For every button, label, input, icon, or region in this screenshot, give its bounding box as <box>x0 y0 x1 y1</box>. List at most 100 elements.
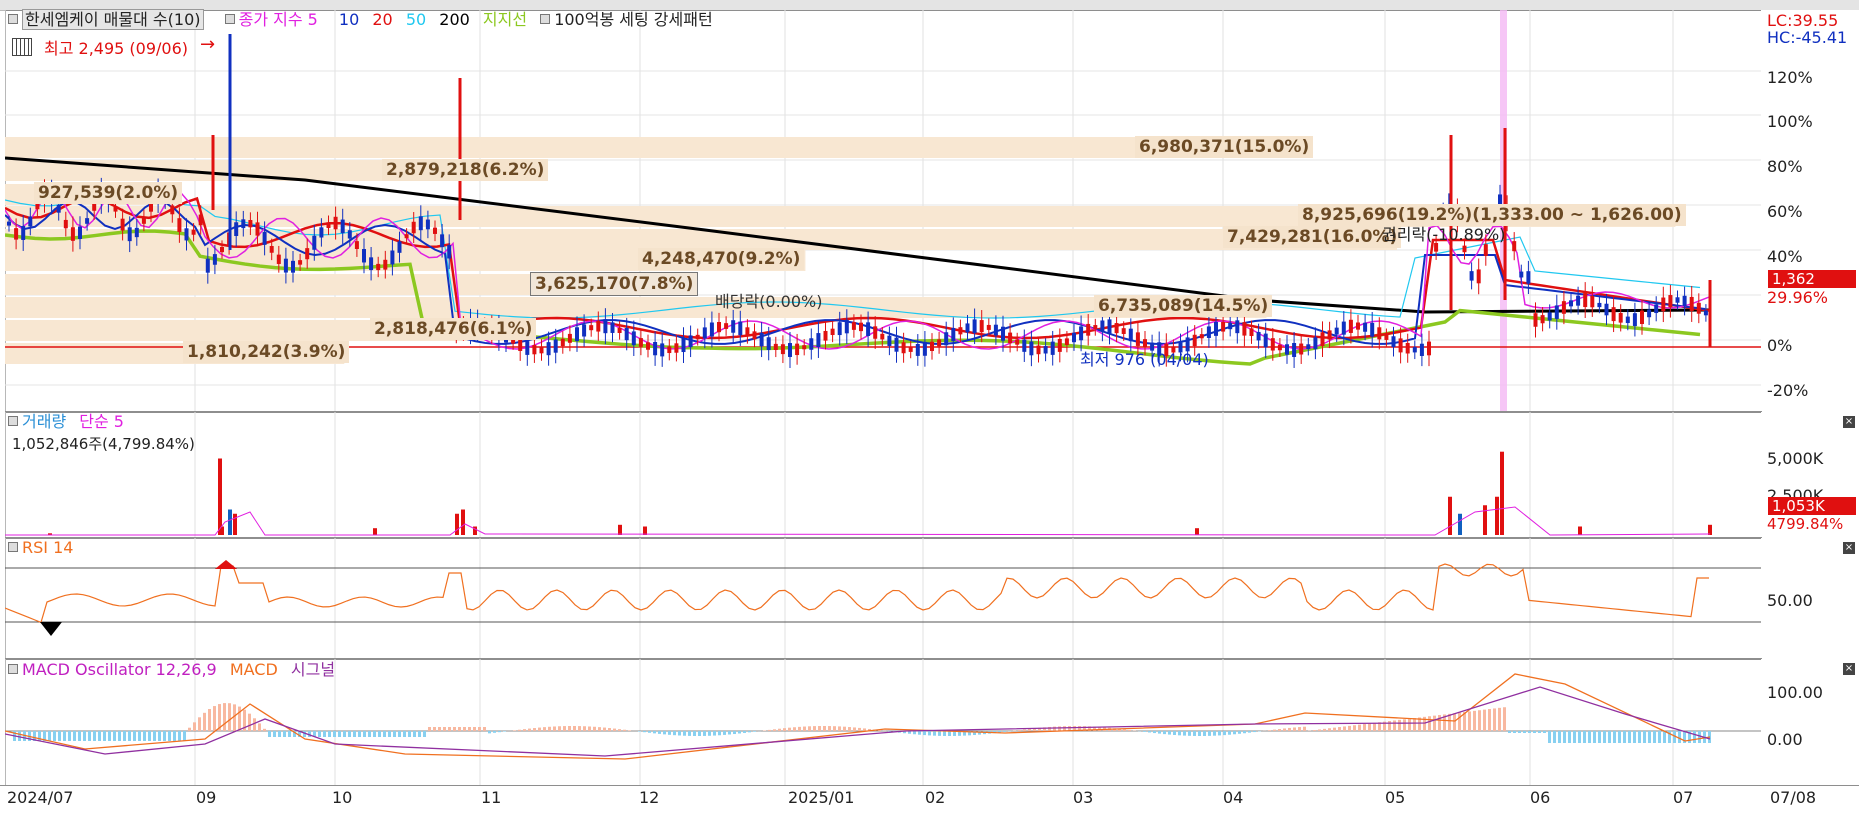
close-rsi-pane-icon[interactable]: × <box>1843 542 1855 554</box>
candle-body <box>603 319 607 333</box>
macd-histogram-bar <box>653 731 656 733</box>
macd-histogram-bar <box>1693 731 1696 743</box>
macd-histogram-bar <box>1533 731 1536 733</box>
macd-histogram-bar <box>343 731 346 737</box>
macd-histogram-bar <box>528 729 531 731</box>
volume-label[interactable]: 거래량 <box>22 412 66 431</box>
macd-histogram-bar <box>1023 729 1026 731</box>
macd-histogram-bar <box>223 703 226 731</box>
candle-body <box>696 335 700 339</box>
candle-body <box>966 323 970 332</box>
macd-histogram-bar <box>1163 731 1166 734</box>
candle-body <box>1377 327 1381 339</box>
macd-y-axis[interactable] <box>1761 659 1859 785</box>
x-tick: 02 <box>925 788 945 807</box>
candle-body <box>1626 317 1630 323</box>
macd-histogram-bar <box>113 731 116 741</box>
candle-body <box>1633 313 1637 326</box>
macd-histogram-bar <box>763 730 766 731</box>
signal-label[interactable]: 시그널 <box>291 660 335 679</box>
macd-histogram-bar <box>323 731 326 737</box>
macd-histogram-bar <box>1623 731 1626 743</box>
macd-histogram-bar <box>518 730 521 731</box>
candle-body <box>760 333 764 346</box>
vp-label: 3,625,170(7.8%) <box>530 272 698 296</box>
macd-histogram-bar <box>803 727 806 731</box>
candle-body <box>973 319 977 333</box>
macd-histogram-bar <box>1408 719 1411 731</box>
candle-body <box>895 338 899 352</box>
macd-histogram-bar <box>573 726 576 731</box>
macd-histogram-bar <box>1523 731 1526 733</box>
close-volume-pane-icon[interactable]: × <box>1843 416 1855 428</box>
macd-histogram-bar <box>1653 731 1656 743</box>
legend-ma[interactable]: 종가 지수 5 <box>225 10 326 29</box>
candle-body <box>753 331 757 339</box>
macd-histogram-bar <box>1588 731 1591 743</box>
candle-body <box>1328 330 1332 339</box>
macd-histogram-bar <box>1368 723 1371 731</box>
macd-label[interactable]: MACD <box>230 660 278 679</box>
candle-body <box>1477 269 1481 283</box>
candle-body <box>646 342 650 349</box>
macd-histogram-bar <box>568 726 571 731</box>
macd-histogram-bar <box>368 731 371 737</box>
macd-histogram-bar <box>1388 721 1391 731</box>
candle-body <box>1193 335 1197 346</box>
macd-histogram-bar <box>828 726 831 731</box>
candle-body <box>1697 303 1701 314</box>
macd-histogram-bar <box>283 731 286 737</box>
candle-body <box>1484 244 1488 256</box>
candle-body <box>170 205 174 214</box>
candle-body <box>547 342 551 355</box>
macd-histogram-bar <box>123 731 126 741</box>
legend-pattern[interactable]: 100억봉 세팅 강세패턴 <box>540 10 720 29</box>
macd-histogram-bar <box>438 727 441 731</box>
macd-histogram-bar <box>1273 730 1276 731</box>
x-tick: 10 <box>332 788 352 807</box>
legend-stock[interactable]: 한세엠케이 매물대 수(10) <box>8 10 212 29</box>
x-tick: 11 <box>481 788 501 807</box>
volume-chart[interactable] <box>5 412 1761 537</box>
rsi-overbought-marker <box>215 560 237 569</box>
candle-body <box>419 216 423 230</box>
macd-histogram-bar <box>1578 731 1581 743</box>
macd-histogram-bar <box>818 726 821 731</box>
candle-body <box>795 344 799 355</box>
macd-histogram-bar <box>428 727 431 731</box>
macd-histogram-bar <box>768 730 771 731</box>
macd-histogram-bar <box>198 717 201 731</box>
candle-body <box>532 345 536 354</box>
x-axis[interactable]: 2024/07 09 10 11 12 2025/01 02 03 04 05 … <box>0 785 1859 813</box>
macd-histogram-bar <box>268 731 271 737</box>
candle-body <box>1058 339 1062 352</box>
rsi-chart[interactable] <box>5 538 1761 658</box>
macd-histogram-bar <box>943 731 946 736</box>
macd-histogram-bar <box>1148 731 1151 732</box>
candle-body <box>625 328 629 340</box>
x-tick: 07/08 <box>1770 788 1816 807</box>
macd-histogram-bar <box>723 731 726 735</box>
macd-histogram-bar <box>1298 727 1301 731</box>
macd-histogram-bar <box>98 731 101 741</box>
macd-histogram-bar <box>1213 731 1216 736</box>
vp-label: 6,735,089(14.5%) <box>1094 295 1272 317</box>
x-tick: 04 <box>1223 788 1243 807</box>
macd-osc-label[interactable]: MACD Oscillator 12,26,9 <box>22 660 217 679</box>
legend-support: 지지선 <box>483 10 527 29</box>
macd-histogram-bar <box>208 709 211 731</box>
close-macd-pane-icon[interactable]: × <box>1843 663 1855 675</box>
volume-ma-label[interactable]: 단순 5 <box>79 412 124 431</box>
macd-histogram-bar <box>418 731 421 737</box>
macd-histogram-bar <box>1393 720 1396 731</box>
candle-body <box>887 336 891 346</box>
macd-histogram-bar <box>928 731 931 735</box>
candle-body <box>426 220 430 230</box>
macd-histogram-bar <box>488 731 491 733</box>
rsi-label[interactable]: RSI 14 <box>22 538 73 557</box>
calendar-icon[interactable] <box>12 38 32 56</box>
volume-bar <box>1495 497 1499 535</box>
macd-histogram-bar <box>1318 729 1321 731</box>
volume-bar <box>228 510 232 536</box>
macd-histogram-bar <box>543 727 546 731</box>
